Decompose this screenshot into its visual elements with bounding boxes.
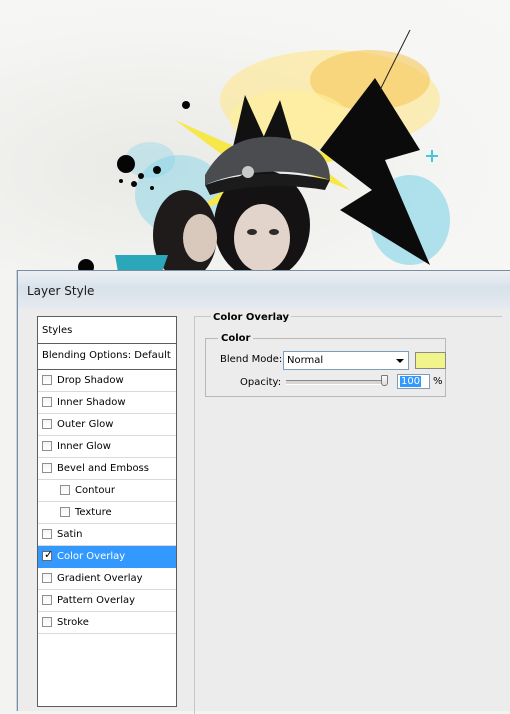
blending-options-item[interactable]: Blending Options: Default [38, 344, 176, 370]
style-item-contour[interactable]: Contour [38, 480, 176, 502]
style-item-label: Pattern Overlay [57, 595, 136, 606]
opacity-unit: % [433, 376, 443, 387]
overlay-color-swatch[interactable] [415, 352, 446, 369]
color-overlay-title: Color Overlay [211, 312, 292, 323]
style-checkbox[interactable] [42, 529, 52, 539]
style-checkbox[interactable] [42, 573, 52, 583]
opacity-slider-thumb[interactable] [381, 375, 388, 386]
style-item-stroke[interactable]: Stroke [38, 612, 176, 634]
artwork-illustration [78, 29, 450, 280]
blend-mode-label: Blend Mode: [220, 354, 283, 365]
window-title: Layer Style [27, 284, 95, 298]
style-item-label: Inner Shadow [57, 397, 126, 408]
style-checkbox[interactable] [42, 595, 52, 605]
opacity-input[interactable]: 100 [397, 374, 430, 389]
styles-list: Styles Blending Options: Default Drop Sh… [37, 316, 177, 707]
styles-header-label: Styles [42, 325, 73, 336]
style-item-label: Satin [57, 529, 83, 540]
title-bar[interactable]: Layer Style [18, 271, 510, 309]
dropdown-arrow-icon [396, 359, 404, 363]
blend-mode-value: Normal [287, 355, 324, 366]
style-item-label: Stroke [57, 617, 89, 628]
style-checkbox[interactable]: ✓ [42, 548, 54, 561]
style-checkbox[interactable] [60, 507, 70, 517]
color-section-title: Color [218, 333, 254, 344]
blend-mode-select[interactable]: Normal [283, 351, 409, 370]
style-item-label: Inner Glow [57, 441, 111, 452]
style-checkbox[interactable] [42, 463, 52, 473]
style-item-bevel-and-emboss[interactable]: Bevel and Emboss [38, 458, 176, 480]
style-item-inner-glow[interactable]: Inner Glow [38, 436, 176, 458]
opacity-value: 100 [400, 376, 422, 387]
style-item-pattern-overlay[interactable]: Pattern Overlay [38, 590, 176, 612]
style-item-color-overlay[interactable]: ✓ Color Overlay [38, 546, 176, 568]
style-item-label: Bevel and Emboss [57, 463, 149, 474]
style-item-label: Color Overlay [57, 551, 126, 562]
layer-style-dialog: Layer Style Styles Blending Options: Def… [17, 270, 510, 714]
styles-header[interactable]: Styles [38, 317, 176, 344]
style-item-label: Drop Shadow [57, 375, 124, 386]
style-item-label: Texture [75, 507, 112, 518]
dialog-body: Styles Blending Options: Default Drop Sh… [19, 309, 510, 714]
style-item-outer-glow[interactable]: Outer Glow [38, 414, 176, 436]
opacity-label: Opacity: [240, 377, 282, 388]
style-item-inner-shadow[interactable]: Inner Shadow [38, 392, 176, 414]
style-checkbox[interactable] [42, 397, 52, 407]
opacity-slider-track[interactable] [286, 380, 388, 385]
style-item-label: Gradient Overlay [57, 573, 143, 584]
style-checkbox[interactable] [60, 485, 70, 495]
style-checkbox[interactable] [42, 441, 52, 451]
style-item-satin[interactable]: Satin [38, 524, 176, 546]
checkmark-icon: ✓ [44, 548, 54, 561]
blending-options-label: Blending Options: Default [42, 350, 171, 361]
style-checkbox[interactable] [42, 419, 52, 429]
style-item-gradient-overlay[interactable]: Gradient Overlay [38, 568, 176, 590]
style-checkbox[interactable] [42, 617, 52, 627]
style-item-label: Outer Glow [57, 419, 114, 430]
style-item-drop-shadow[interactable]: Drop Shadow [38, 370, 176, 392]
style-item-texture[interactable]: Texture [38, 502, 176, 524]
style-checkbox[interactable] [42, 375, 52, 385]
style-item-label: Contour [75, 485, 115, 496]
background-artwork [0, 0, 510, 280]
